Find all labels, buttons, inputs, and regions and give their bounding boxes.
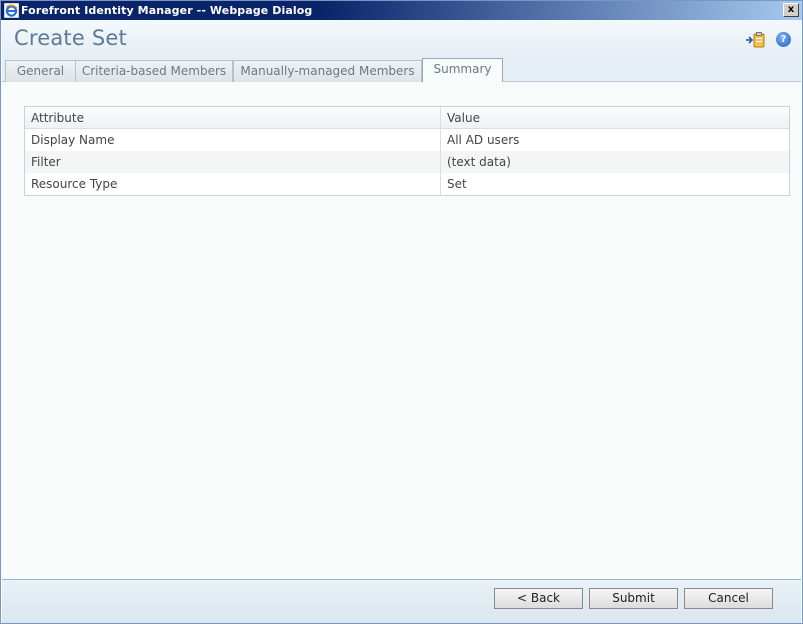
table-header-row: Attribute Value: [25, 107, 789, 129]
title-bar: Forefront Identity Manager -- Webpage Di…: [1, 1, 802, 20]
table-row[interactable]: Filter (text data): [25, 151, 789, 173]
page-title: Create Set: [14, 26, 127, 50]
ie-icon: [4, 3, 19, 18]
window-title: Forefront Identity Manager -- Webpage Di…: [21, 4, 313, 17]
attribute-cell: Filter: [25, 151, 441, 173]
back-button[interactable]: < Back: [494, 588, 583, 609]
help-icon[interactable]: ?: [776, 32, 791, 47]
export-icon[interactable]: [745, 32, 767, 48]
column-header-value[interactable]: Value: [441, 107, 789, 129]
dialog-footer: < Back Submit Cancel: [2, 579, 801, 623]
tab-bar: General Criteria-based Members Manually-…: [2, 58, 801, 82]
tab-summary[interactable]: Summary: [422, 58, 503, 82]
value-cell: Set: [447, 177, 467, 191]
value-cell: (text data): [447, 155, 511, 169]
tab-manually-managed-members[interactable]: Manually-managed Members: [233, 60, 422, 82]
value-cell: All AD users: [447, 133, 520, 147]
close-button[interactable]: x: [783, 3, 799, 17]
column-header-attribute[interactable]: Attribute: [25, 107, 441, 129]
summary-panel: Attribute Value Display Name All AD user…: [2, 82, 801, 579]
cancel-button[interactable]: Cancel: [684, 588, 773, 609]
dialog-header: Create Set ?: [2, 20, 801, 58]
submit-button[interactable]: Submit: [589, 588, 678, 609]
tab-general[interactable]: General: [5, 60, 76, 82]
summary-table: Attribute Value Display Name All AD user…: [24, 106, 790, 196]
table-row[interactable]: Display Name All AD users: [25, 129, 789, 151]
table-row[interactable]: Resource Type Set: [25, 173, 789, 195]
attribute-cell: Display Name: [25, 129, 441, 151]
tab-criteria-based-members[interactable]: Criteria-based Members: [75, 60, 233, 82]
dialog-window: Forefront Identity Manager -- Webpage Di…: [0, 0, 803, 624]
attribute-cell: Resource Type: [25, 173, 441, 195]
